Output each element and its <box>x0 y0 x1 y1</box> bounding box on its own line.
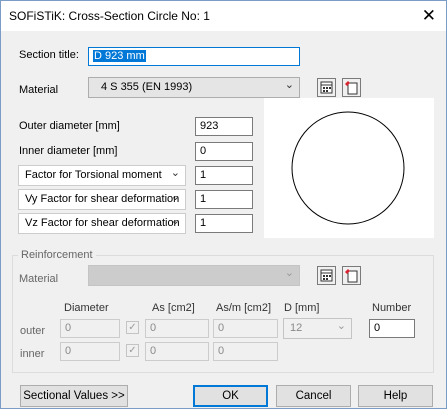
new-material-icon <box>345 81 358 95</box>
outer-as-input[interactable]: 0 <box>145 319 209 338</box>
cancel-button[interactable]: Cancel <box>276 385 351 407</box>
torsional-factor-label: Factor for Torsional moment <box>25 169 162 181</box>
outer-diameter-reinf-input[interactable]: 0 <box>60 319 120 338</box>
outer-diameter-label: Outer diameter [mm] <box>19 120 120 132</box>
reinforcement-material-browse-button[interactable] <box>317 266 336 285</box>
circle-section-drawing <box>291 111 405 225</box>
row-label-outer: outer <box>20 325 46 337</box>
inner-asm-input[interactable]: 0 <box>213 342 278 361</box>
window-title: SOFiSTiK: Cross-Section Circle No: 1 <box>9 9 210 23</box>
dialog-window: SOFiSTiK: Cross-Section Circle No: 1 ✕ S… <box>0 0 447 409</box>
outer-link-checkbox[interactable]: ✓ <box>126 321 139 334</box>
vz-factor-input[interactable]: 1 <box>195 214 253 233</box>
close-icon[interactable]: ✕ <box>422 6 436 26</box>
inner-diameter-input[interactable]: 0 <box>195 142 253 161</box>
new-material-icon <box>345 269 358 283</box>
material-table-icon <box>320 81 333 94</box>
header-diameter: Diameter <box>64 302 109 314</box>
vz-factor-select[interactable]: Vz Factor for shear deformation ⌄ <box>18 213 186 234</box>
reinforcement-material-label: Material <box>19 273 59 285</box>
chevron-down-icon: ⌄ <box>170 191 180 203</box>
material-select-value: 4 S 355 (EN 1993) <box>101 81 193 93</box>
material-select[interactable]: 4 S 355 (EN 1993) ⌄ <box>88 77 300 98</box>
section-preview <box>264 98 434 238</box>
vz-factor-label: Vz Factor for shear deformation <box>25 217 180 229</box>
reinforcement-group-label: Reinforcement <box>18 249 96 261</box>
material-browse-button[interactable] <box>317 78 336 97</box>
chevron-down-icon: ⌄ <box>284 267 294 279</box>
vy-factor-label: Vy Factor for shear deformation <box>25 193 180 205</box>
reinforcement-material-new-button[interactable] <box>342 266 361 285</box>
ok-button[interactable]: OK <box>193 385 268 407</box>
section-title-input[interactable]: D 923 mm <box>88 47 300 66</box>
header-d: D [mm] <box>284 302 320 314</box>
header-number: Number <box>372 302 412 314</box>
chevron-down-icon: ⌄ <box>336 320 346 332</box>
row-label-inner: inner <box>20 348 45 360</box>
vy-factor-input[interactable]: 1 <box>195 190 253 209</box>
section-title-value: D 923 mm <box>93 50 146 62</box>
outer-number-input[interactable]: 0 <box>369 319 415 338</box>
outer-d-value: 12 <box>290 322 303 334</box>
sectional-values-button[interactable]: Sectional Values >> <box>20 385 128 407</box>
help-button[interactable]: Help <box>358 385 433 407</box>
reinforcement-material-select[interactable]: ⌄ <box>88 265 300 286</box>
material-table-icon <box>320 269 333 282</box>
torsional-factor-select[interactable]: Factor for Torsional moment ⌄ <box>18 165 186 186</box>
torsional-factor-input[interactable]: 1 <box>195 166 253 185</box>
chevron-down-icon: ⌄ <box>170 215 180 227</box>
chevron-down-icon: ⌄ <box>170 167 180 179</box>
header-asm: As/m [cm2] <box>216 302 272 314</box>
vy-factor-select[interactable]: Vy Factor for shear deformation ⌄ <box>18 189 186 210</box>
material-label: Material <box>19 84 59 96</box>
outer-asm-input[interactable]: 0 <box>213 319 278 338</box>
section-title-label: Section title: <box>19 49 79 61</box>
chevron-down-icon: ⌄ <box>284 79 294 91</box>
inner-diameter-label: Inner diameter [mm] <box>19 145 118 157</box>
title-bar: SOFiSTiK: Cross-Section Circle No: 1 ✕ <box>1 1 446 31</box>
material-new-button[interactable] <box>342 78 361 97</box>
inner-as-input[interactable]: 0 <box>145 342 209 361</box>
outer-diameter-input[interactable]: 923 <box>195 117 253 136</box>
inner-link-checkbox[interactable]: ✓ <box>126 344 139 357</box>
outer-d-select[interactable]: 12 ⌄ <box>283 318 352 339</box>
header-as: As [cm2] <box>152 302 195 314</box>
inner-diameter-reinf-input[interactable]: 0 <box>60 342 120 361</box>
